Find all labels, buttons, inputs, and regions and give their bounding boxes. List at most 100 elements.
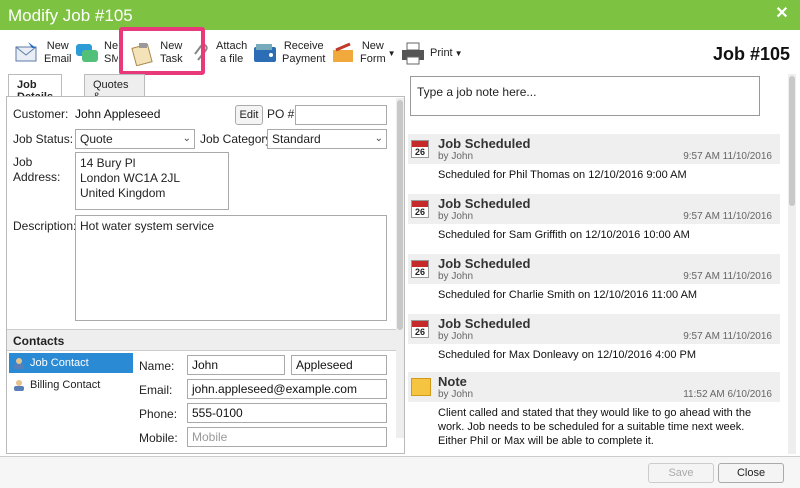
note-title: Job Scheduled — [438, 256, 531, 271]
last-name-input[interactable]: Appleseed — [291, 355, 387, 375]
job-status-select[interactable]: Quote ⌄ — [75, 129, 195, 149]
job-status-value: Quote — [80, 132, 113, 146]
edit-button[interactable]: Edit — [235, 105, 263, 125]
note-title: Note — [438, 374, 467, 389]
note-timestamp: 9:57 AM 11/10/2016 — [683, 331, 772, 342]
close-button[interactable]: Close — [718, 463, 784, 483]
job-address-input[interactable]: 14 Bury Pl London WC1A 2JL United Kingdo… — [75, 152, 229, 210]
left-scrollbar[interactable] — [396, 98, 404, 438]
save-button[interactable]: Save — [648, 463, 714, 483]
chevron-down-icon: ⌄ — [182, 133, 191, 144]
tab-job-details[interactable]: Job Details — [8, 74, 63, 103]
calendar-icon: 26 — [411, 200, 429, 218]
notes-scrollbar[interactable] — [788, 74, 796, 454]
email-icon — [14, 40, 40, 66]
contact-item-job[interactable]: Job Contact — [9, 353, 133, 373]
job-category-value: Standard — [272, 132, 321, 146]
note-body: Scheduled for Charlie Smith on 12/10/201… — [438, 289, 698, 301]
chevron-down-icon: ⌄ — [374, 133, 383, 144]
note-author: by John — [438, 271, 474, 282]
job-details-panel: Customer: John Appleseed Edit PO # Job S… — [6, 96, 405, 454]
address-line: 14 Bury Pl — [80, 156, 136, 170]
note-entry: 26 Job Scheduled by John 9:57 AM 11/10/2… — [408, 134, 780, 190]
po-input[interactable] — [295, 105, 387, 125]
attach-file-label: Attach a file — [216, 40, 248, 65]
note-title: Job Scheduled — [438, 136, 531, 151]
scrollbar-thumb[interactable] — [397, 100, 403, 330]
job-note-input[interactable]: Type a job note here... — [410, 76, 760, 116]
note-body: Scheduled for Phil Thomas on 12/10/2016 … — [438, 169, 687, 181]
contacts-header: Contacts — [7, 329, 404, 351]
print-button[interactable]: Print ▼ — [400, 36, 463, 70]
phone-label: Phone: — [139, 407, 178, 421]
dialog-footer: Save Close — [0, 456, 800, 488]
note-timestamp: 9:57 AM 11/10/2016 — [683, 211, 772, 222]
left-panel: Job Details Quotes & Invoicing Customer:… — [6, 74, 405, 454]
customer-label: Customer: — [13, 107, 69, 121]
person-icon — [13, 379, 25, 391]
name-label: Name: — [139, 359, 175, 373]
tab-quotes-invoicing[interactable]: Quotes & Invoicing — [84, 74, 146, 115]
scrollbar-thumb[interactable] — [789, 76, 795, 206]
new-sms-button[interactable]: NewSMS — [74, 36, 118, 70]
print-label: Print — [430, 46, 453, 59]
wallet-icon — [252, 40, 278, 66]
note-entry: 26 Job Scheduled by John 9:57 AM 11/10/2… — [408, 254, 780, 310]
form-icon — [330, 40, 356, 66]
email-field[interactable]: john.appleseed@example.com — [187, 379, 387, 399]
description-label: Description: — [13, 219, 77, 233]
highlight-box — [119, 27, 205, 75]
new-form-label: New Form — [360, 40, 386, 65]
note-entry: Note by John 11:52 AM 6/10/2016 Client c… — [408, 372, 780, 454]
po-label: PO # — [267, 107, 295, 121]
chevron-down-icon: ▼ — [387, 48, 396, 58]
receive-payment-button[interactable]: Receive Payment — [252, 36, 325, 70]
note-timestamp: 11:52 AM 6/10/2016 — [683, 389, 772, 400]
note-body: Client called and stated that they would… — [438, 407, 752, 447]
calendar-icon: 26 — [411, 320, 429, 338]
note-icon — [411, 378, 431, 396]
close-icon[interactable]: ✕ — [772, 4, 792, 24]
job-address-label: Job Address: — [13, 155, 61, 184]
job-title: Job #105 — [712, 44, 790, 64]
receive-payment-label: Receive Payment — [282, 40, 326, 65]
window-title: Modify Job #105 — [8, 6, 133, 25]
window-titlebar: Modify Job #105 ✕ — [0, 0, 800, 30]
job-category-select[interactable]: Standard ⌄ — [267, 129, 387, 149]
note-author: by John — [438, 151, 474, 162]
address-line: London WC1A 2JL — [80, 171, 181, 185]
calendar-icon: 26 — [411, 140, 429, 158]
contact-item-label: Billing Contact — [30, 379, 101, 391]
note-author: by John — [438, 331, 474, 342]
note-title: Job Scheduled — [438, 196, 531, 211]
phone-field[interactable]: 555-0100 — [187, 403, 387, 423]
note-timestamp: 9:57 AM 11/10/2016 — [683, 271, 772, 282]
mobile-field[interactable]: Mobile — [187, 427, 387, 447]
note-timestamp: 9:57 AM 11/10/2016 — [683, 151, 772, 162]
person-icon — [13, 357, 25, 369]
printer-icon — [400, 40, 426, 66]
first-name-input[interactable]: John — [187, 355, 285, 375]
description-input[interactable]: Hot water system service — [75, 215, 387, 321]
contact-item-billing[interactable]: Billing Contact — [9, 375, 133, 395]
calendar-icon: 26 — [411, 260, 429, 278]
new-sms-label: NewSMS — [104, 40, 118, 65]
job-category-label: Job Category — [200, 132, 272, 146]
note-author: by John — [438, 211, 474, 222]
note-entry: 26 Job Scheduled by John 9:57 AM 11/10/2… — [408, 314, 780, 370]
sms-icon — [74, 40, 100, 66]
contact-item-label: Job Contact — [30, 357, 89, 369]
new-email-button[interactable]: New Email — [14, 36, 72, 70]
notes-panel: Type a job note here... 26 Job Scheduled… — [408, 74, 796, 454]
new-form-button[interactable]: New Form ▼ — [330, 36, 396, 70]
mobile-label: Mobile: — [139, 431, 178, 445]
note-entry: 26 Job Scheduled by John 9:57 AM 11/10/2… — [408, 194, 780, 250]
description-value: Hot water system service — [80, 219, 215, 233]
note-body: Scheduled for Max Donleavy on 12/10/2016… — [438, 349, 697, 361]
address-line: United Kingdom — [80, 186, 166, 200]
note-body: Scheduled for Sam Griffith on 12/10/2016… — [438, 229, 690, 241]
email-label: Email: — [139, 383, 173, 397]
note-author: by John — [438, 389, 474, 400]
job-status-label: Job Status: — [13, 132, 74, 146]
note-title: Job Scheduled — [438, 316, 531, 331]
